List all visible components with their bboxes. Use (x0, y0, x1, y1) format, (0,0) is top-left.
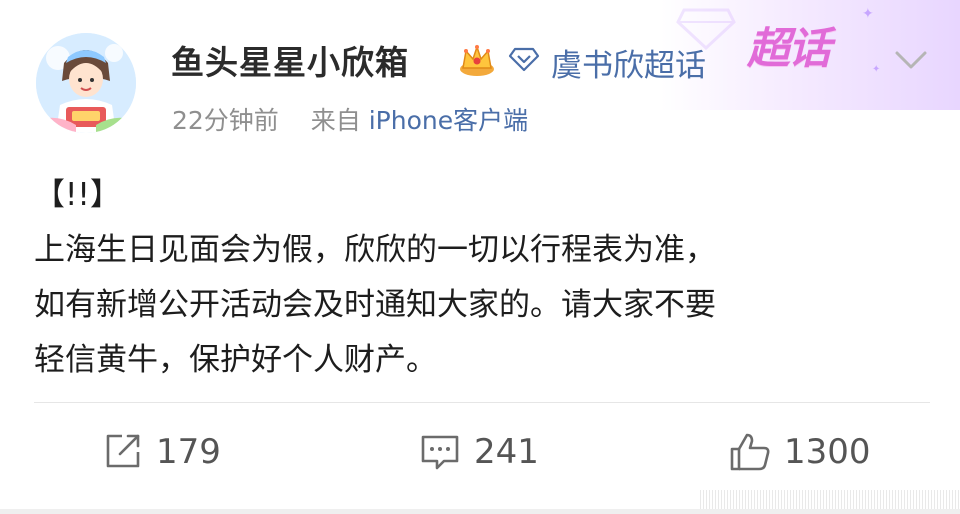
divider (34, 402, 930, 403)
chevron-down-icon[interactable] (893, 48, 929, 72)
supertopic-badge[interactable]: 超话 (747, 14, 831, 76)
post-text: 【!!】 上海生日见面会为假，欣欣的一切以行程表为准， 如有新增公开活动会及时通… (34, 168, 934, 388)
post-text-line: 如有新增公开活动会及时通知大家的。请大家不要 (34, 287, 716, 323)
bottom-separator (0, 509, 960, 514)
sparkle-icon: ✦ (862, 6, 874, 22)
comment-count: 241 (474, 432, 539, 472)
author-name[interactable]: 鱼头星星小欣箱 (171, 36, 409, 84)
diamond-icon (508, 47, 540, 72)
source-prefix: 来自 (310, 106, 361, 135)
repost-icon (106, 434, 140, 468)
like-icon (730, 433, 770, 471)
source-app-link[interactable]: iPhone客户端 (369, 106, 528, 135)
post-text-line: 上海生日见面会为假，欣欣的一切以行程表为准， (34, 232, 716, 268)
avatar[interactable] (36, 33, 136, 133)
avatar-illustration (36, 33, 136, 133)
crown-icon (460, 44, 494, 76)
like-count: 1300 (784, 432, 871, 472)
post-text-line: 【!!】 (34, 177, 121, 213)
sparkle-icon: ✦ (872, 64, 881, 75)
post-time: 22分钟前 (172, 106, 279, 135)
repost-count: 179 (156, 432, 221, 472)
post-meta: 22分钟前 来自 iPhone客户端 (172, 101, 528, 137)
like-button[interactable]: 1300 (728, 428, 871, 476)
comment-icon (421, 435, 459, 470)
post-text-line: 轻信黄牛，保护好个人财产。 (34, 342, 437, 378)
repost-button[interactable]: 179 (100, 428, 221, 476)
supertopic-link[interactable]: 虞书欣超话 (551, 40, 706, 85)
watermark-strip (700, 490, 960, 509)
comment-button[interactable]: 241 (418, 428, 539, 476)
